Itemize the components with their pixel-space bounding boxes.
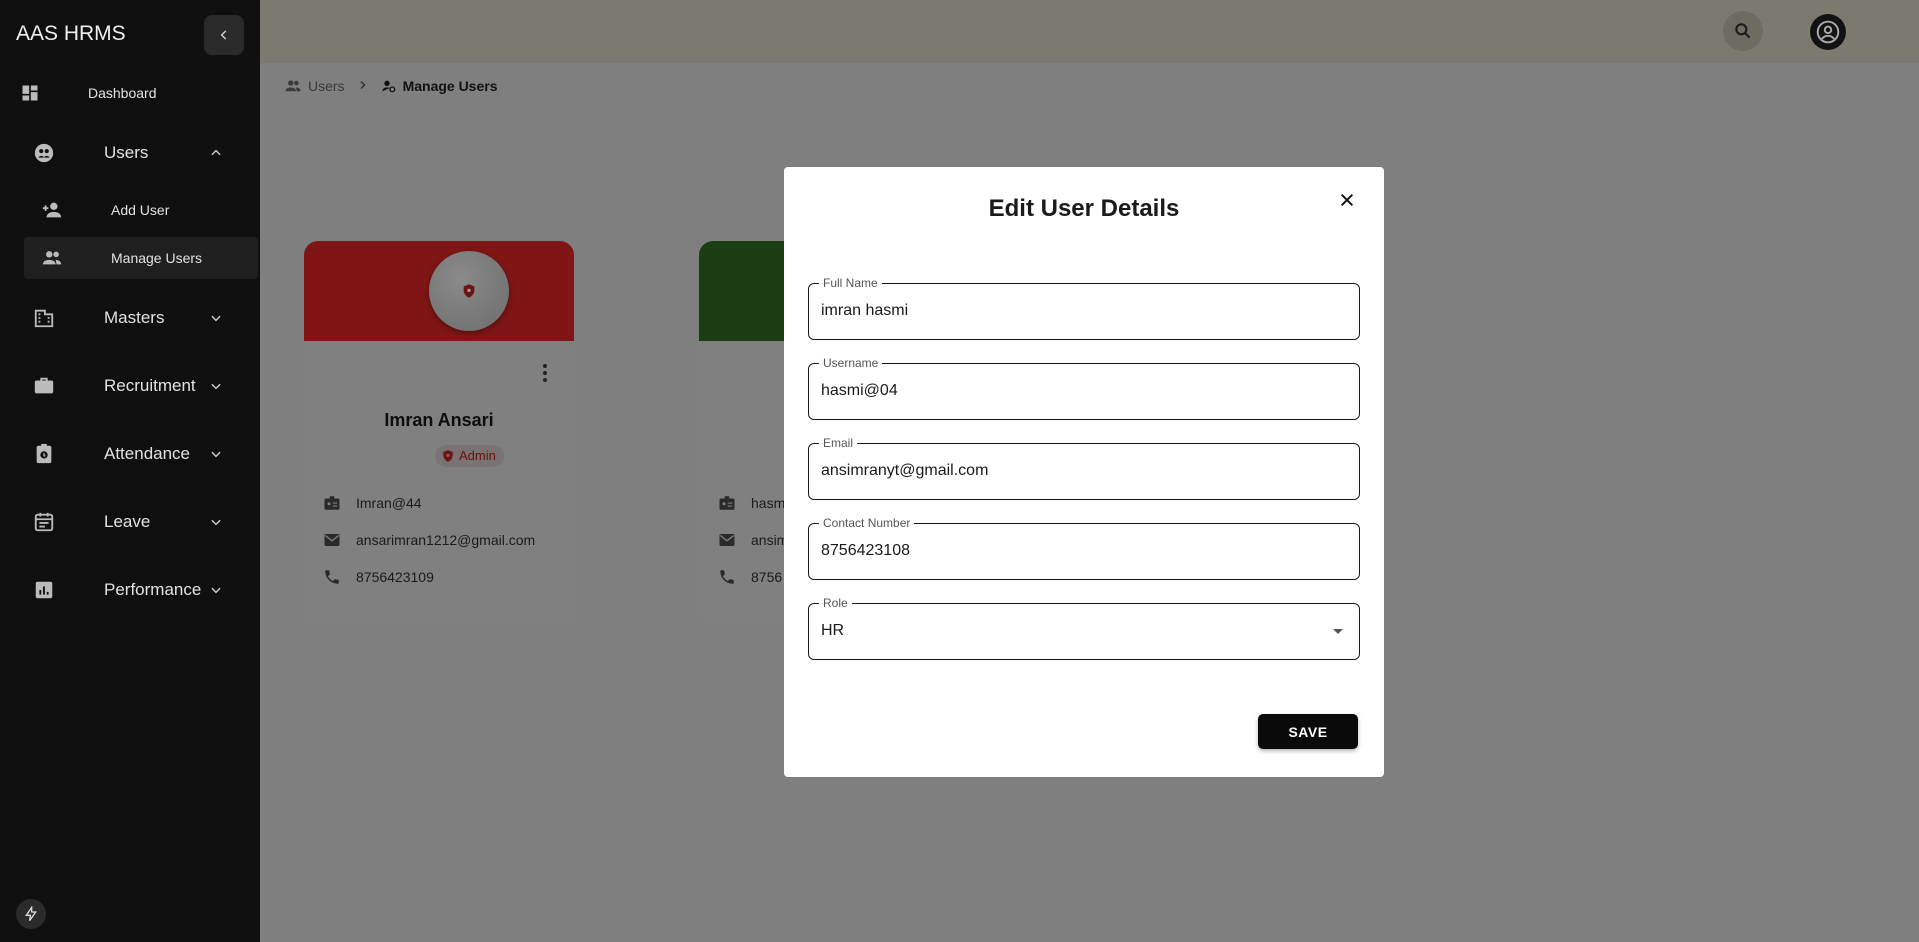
sidebar-item-label: Performance: [104, 580, 202, 599]
role-label: Admin: [459, 448, 496, 463]
chevron-down-icon: [206, 308, 226, 328]
email-row: ansim: [717, 530, 788, 550]
phone-icon: [322, 568, 342, 586]
sidebar-item-label: Leave: [104, 512, 151, 531]
avatar: [429, 251, 509, 331]
badge-icon: [322, 494, 342, 512]
person-add-icon: [40, 198, 64, 222]
bar-chart-icon: [32, 578, 56, 602]
more-options-icon[interactable]: [542, 363, 547, 388]
chevron-down-icon: [206, 376, 226, 396]
card-email: ansarimran1212@gmail.com: [356, 532, 536, 548]
search-button[interactable]: [1723, 11, 1763, 51]
sidebar-item-dashboard[interactable]: Dashboard: [0, 69, 260, 117]
sidebar-item-add-user[interactable]: Add User: [24, 189, 258, 231]
sidebar-item-leave[interactable]: Leave: [0, 498, 260, 546]
sidebar: AAS HRMS Dashboard Users Add User Manage…: [0, 0, 260, 942]
sidebar-item-attendance[interactable]: Attendance: [0, 430, 260, 478]
chevron-right-icon: [357, 78, 369, 94]
users-group-icon: [32, 141, 56, 165]
email-icon: [717, 531, 737, 549]
breadcrumb-link-users[interactable]: Users: [308, 78, 345, 94]
card-email: ansim: [751, 532, 789, 548]
people-icon: [40, 246, 64, 270]
phone-row: 8756423109: [322, 567, 434, 587]
username-field[interactable]: Username hasmi@04: [808, 356, 1360, 420]
sidebar-item-label: Manage Users: [111, 250, 203, 266]
building-icon: [32, 306, 56, 330]
bolt-icon[interactable]: [16, 899, 46, 929]
app-brand: AAS HRMS: [16, 22, 126, 45]
account-button[interactable]: [1810, 14, 1846, 50]
dropdown-arrow-icon: [1333, 629, 1343, 634]
close-icon: [1340, 193, 1354, 207]
save-button[interactable]: SAVE: [1258, 714, 1358, 749]
full-name-field[interactable]: Full Name imran hasmi: [808, 276, 1360, 340]
user-name: Imran Ansari: [384, 410, 494, 430]
sidebar-item-masters[interactable]: Masters: [0, 294, 260, 342]
manage-accounts-icon: [381, 80, 395, 93]
role-select[interactable]: Role HR: [808, 596, 1360, 660]
dialog-title: Edit User Details: [988, 195, 1180, 222]
username-row: Imran@44: [322, 493, 422, 513]
chevron-down-icon: [206, 512, 226, 532]
card-username: hasm: [751, 495, 786, 511]
search-icon: [1735, 23, 1751, 39]
user-card: Imran Ansari Admin Imran@44 ansarimran12…: [304, 241, 574, 626]
role-badge: Admin: [435, 445, 504, 467]
chevron-up-icon: [206, 143, 226, 163]
sidebar-item-performance[interactable]: Performance: [0, 566, 260, 614]
shield-icon: [441, 448, 455, 470]
breadcrumb-current: Manage Users: [402, 78, 498, 94]
card-username: Imran@44: [356, 495, 422, 511]
sidebar-item-label: Recruitment: [104, 376, 196, 395]
chevron-down-icon: [206, 580, 226, 600]
sidebar-item-label: Users: [104, 143, 149, 162]
phone-row: 8756: [717, 567, 782, 587]
sidebar-item-label: Masters: [104, 308, 165, 327]
field-value: imran hasmi: [821, 302, 909, 319]
email-row: ansarimran1212@gmail.com: [322, 530, 535, 550]
edit-user-dialog: Edit User Details Full Name imran hasmi …: [784, 167, 1384, 777]
account-circle-icon: [1816, 20, 1840, 44]
card-phone: 8756423109: [356, 569, 434, 585]
phone-icon: [717, 568, 737, 586]
field-value: ansimranyt@gmail.com: [821, 462, 989, 479]
collapse-sidebar-button[interactable]: [204, 15, 244, 55]
people-icon: [285, 80, 301, 92]
shield-icon: [463, 284, 475, 298]
sidebar-item-recruitment[interactable]: Recruitment: [0, 362, 260, 410]
sidebar-item-label: Dashboard: [88, 85, 157, 101]
clock-badge-icon: [32, 442, 56, 466]
sidebar-item-users[interactable]: Users: [0, 129, 260, 177]
close-button[interactable]: [1332, 185, 1362, 215]
dashboard-icon: [18, 81, 42, 105]
sidebar-item-manage-users[interactable]: Manage Users: [24, 237, 258, 279]
breadcrumb: Users Manage Users: [284, 76, 498, 96]
briefcase-icon: [32, 374, 56, 398]
field-value: 8756423108: [821, 542, 910, 559]
sidebar-item-label: Attendance: [104, 444, 191, 463]
card-phone: 8756: [751, 569, 783, 585]
field-value: HR: [821, 622, 845, 639]
chevron-down-icon: [206, 444, 226, 464]
field-value: hasmi@04: [821, 382, 898, 399]
email-icon: [322, 531, 342, 549]
username-row: hasm: [717, 493, 785, 513]
email-field[interactable]: Email ansimranyt@gmail.com: [808, 436, 1360, 500]
chevron-left-icon: [220, 30, 227, 40]
badge-icon: [717, 494, 737, 512]
sidebar-item-label: Add User: [111, 202, 170, 218]
calendar-icon: [32, 510, 56, 534]
top-bar: [260, 0, 1919, 63]
contact-number-field[interactable]: Contact Number 8756423108: [808, 516, 1360, 580]
